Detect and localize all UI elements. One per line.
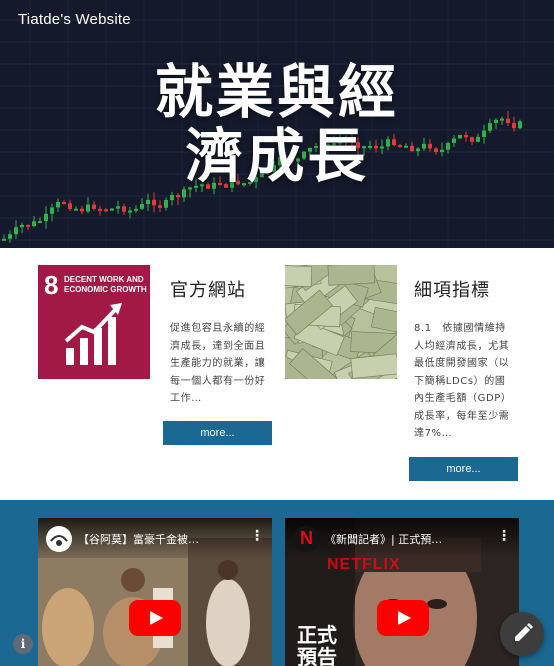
candle-body <box>68 203 72 210</box>
hero-title-line1: 就業與經 <box>154 58 399 126</box>
banknote <box>370 306 397 337</box>
video-title-1[interactable]: 【谷阿莫】富豪千金被… <box>78 531 199 547</box>
card-text-official: 促進包容且永續的經 濟成長，達到全面且 生產能力的就業，讓 每一個人都有一份好 … <box>170 320 274 408</box>
more-button-indicators[interactable]: more... <box>409 457 518 481</box>
pencil-icon <box>515 623 533 641</box>
candle-body <box>14 227 18 235</box>
card-text-indicators: 8.1 依據國情維持 人均經濟成長，尤其 最低度開發國家（以 下簡稱LDCs）的… <box>414 320 524 443</box>
candle-body <box>74 208 78 211</box>
candle-body <box>134 208 138 211</box>
channel-avatar-icon[interactable] <box>46 526 72 552</box>
overlay-line2: 預告 <box>297 645 337 666</box>
candle-body <box>182 189 186 198</box>
candle-body <box>158 205 162 208</box>
candle-body <box>86 204 90 212</box>
text-line: 每一個人都有一份好 <box>170 375 266 387</box>
candle-body <box>170 194 174 201</box>
candle-body <box>146 199 150 205</box>
text-line: 內生產毛額（GDP） <box>414 393 512 404</box>
candle-body <box>164 200 168 208</box>
more-button-official[interactable]: more... <box>163 421 272 445</box>
videos-section: 【谷阿莫】富豪千金被… ⋮ N 《新聞記者》| 正式預… ⋮ NETFLIX 正… <box>0 500 554 666</box>
candle-body <box>38 221 42 224</box>
hero-banner: Tiatde's Website 就業與經 濟成長 <box>0 0 554 248</box>
candle-body <box>44 213 48 222</box>
text-line: 人均經濟成長，尤其 <box>414 340 510 352</box>
candle-body <box>122 206 126 212</box>
text-line: 成長率，每年至少需 <box>414 410 510 422</box>
netflix-watermark: NETFLIX <box>327 556 401 573</box>
candle-body <box>20 224 24 228</box>
candle-body <box>110 208 114 211</box>
text-line: 生產能力的就業，讓 <box>170 358 266 369</box>
video-embed-2[interactable]: N 《新聞記者》| 正式預… ⋮ NETFLIX 正式 預告 <box>285 518 519 666</box>
overlay-line1: 正式 <box>297 623 337 647</box>
text-line: 8.1 依據國情維持 <box>414 323 506 334</box>
card-title-indicators: 細項指標 <box>414 280 490 301</box>
text-line: 工作… <box>170 393 202 404</box>
play-icon[interactable] <box>129 600 181 636</box>
card-title-official: 官方網站 <box>170 280 246 301</box>
video-overlay-text: 正式 預告 <box>297 624 337 666</box>
candle-body <box>8 234 12 239</box>
candle-body <box>26 224 30 227</box>
sdg-goal-8-image[interactable]: 8 DECENT WORK AND ECONOMIC GROWTH <box>38 265 150 379</box>
more-vertical-icon[interactable]: ⋮ <box>250 528 264 544</box>
candle-body <box>140 204 144 209</box>
candle-body <box>152 199 156 206</box>
candle-body <box>104 209 108 212</box>
text-line: 下簡稱LDCs）的國 <box>414 375 506 387</box>
text-line: 促進包容且永續的經 <box>170 323 266 334</box>
netflix-logo-icon[interactable]: N <box>293 526 319 552</box>
candle-body <box>128 210 132 213</box>
candle-body <box>2 238 6 241</box>
candle-body <box>176 194 180 198</box>
banknote <box>285 265 313 287</box>
text-line: 最低度開發國家（以 <box>414 358 510 369</box>
play-icon[interactable] <box>377 600 429 636</box>
video-title-2[interactable]: 《新聞記者》| 正式預… <box>325 531 442 547</box>
candle-body <box>98 208 102 211</box>
candle-body <box>62 202 66 205</box>
edit-button[interactable] <box>500 612 544 656</box>
candle-body <box>116 206 120 209</box>
candle-body <box>32 221 36 227</box>
info-icon[interactable]: i <box>13 634 33 654</box>
cards-section: 8 DECENT WORK AND ECONOMIC GROWTH 官方網站 促… <box>0 248 554 500</box>
candle-body <box>92 204 96 209</box>
site-title[interactable]: Tiatde's Website <box>18 11 131 28</box>
video-embed-1[interactable]: 【谷阿莫】富豪千金被… ⋮ <box>38 518 272 666</box>
more-vertical-icon[interactable]: ⋮ <box>497 528 511 544</box>
candle-body <box>80 208 84 212</box>
candle-body <box>56 202 60 208</box>
text-line: 濟成長，達到全面且 <box>170 340 266 352</box>
hero-title-line2: 濟成長 <box>185 122 369 190</box>
text-line: 達7%… <box>414 428 453 439</box>
banknote <box>327 265 376 286</box>
money-pile-graphic <box>285 265 397 379</box>
candle-body <box>50 207 54 214</box>
growth-chart-icon <box>64 303 122 365</box>
money-pile-image[interactable] <box>285 265 397 379</box>
